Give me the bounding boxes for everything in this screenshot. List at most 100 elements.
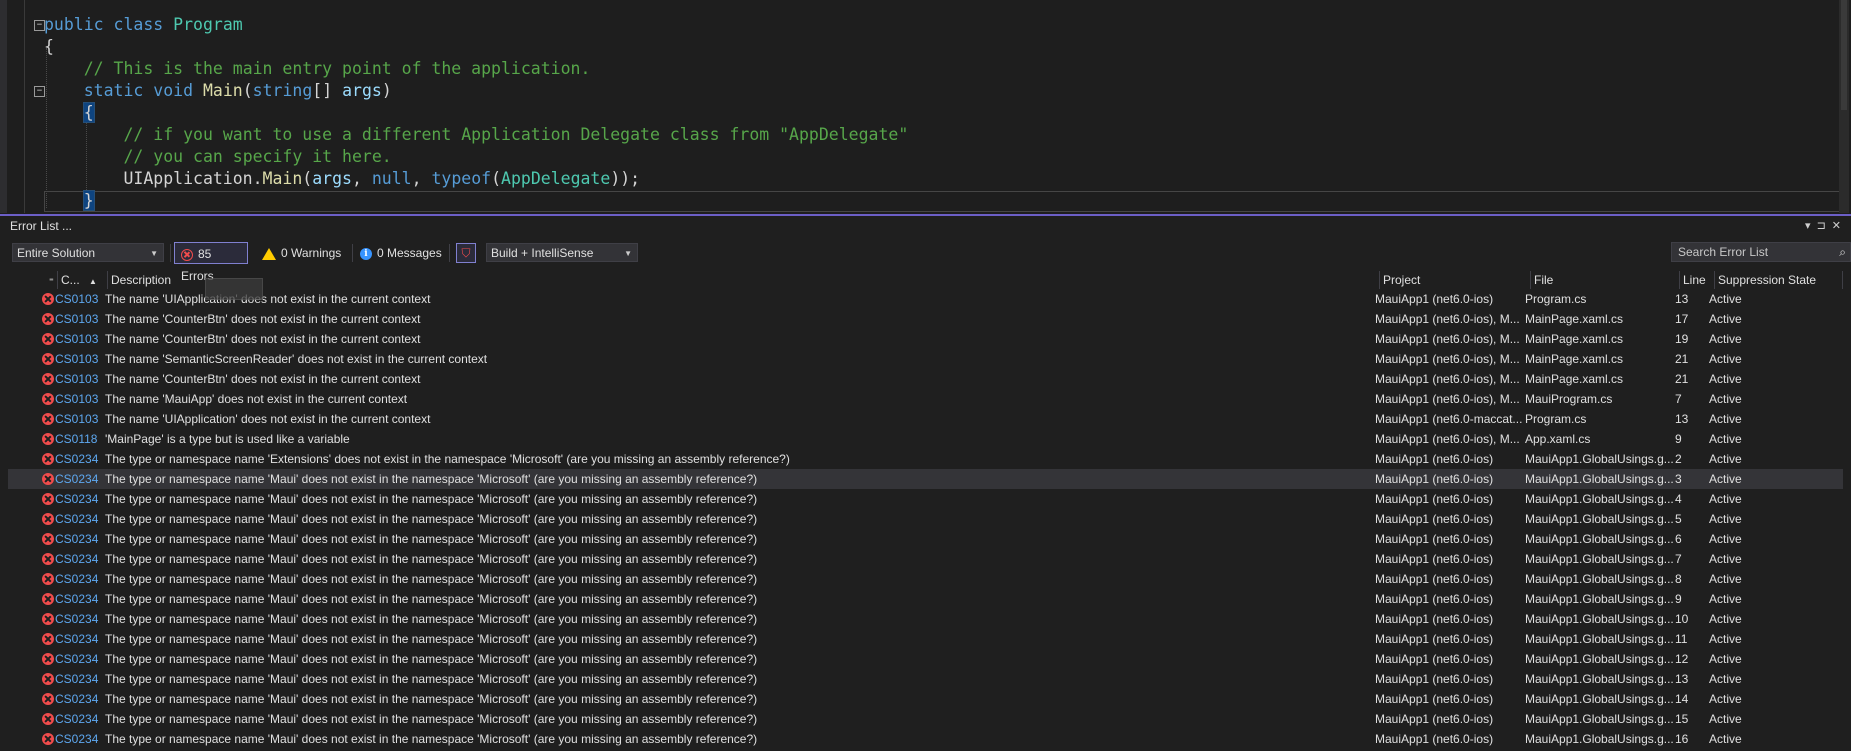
row-file: MauiApp1.GlobalUsings.g...: [1525, 572, 1674, 586]
column-header-line[interactable]: Line: [1680, 271, 1715, 289]
row-file: MauiApp1.GlobalUsings.g...: [1525, 492, 1674, 506]
build-filter-value: Build + IntelliSense: [491, 246, 594, 260]
row-code[interactable]: CS0103: [55, 349, 103, 369]
pin-icon[interactable]: ⊐: [1817, 220, 1832, 232]
error-icon: [42, 733, 54, 745]
close-icon[interactable]: ✕: [1832, 220, 1847, 232]
table-row[interactable]: CS0234 The type or namespace name 'Maui' …: [8, 689, 1844, 709]
table-row[interactable]: CS0103 The name 'SemanticScreenReader' do…: [8, 349, 1844, 369]
row-code[interactable]: CS0103: [55, 289, 103, 309]
row-file: MauiApp1.GlobalUsings.g...: [1525, 472, 1674, 486]
row-project: MauiApp1 (net6.0-ios): [1375, 292, 1494, 306]
row-suppression-state: Active: [1709, 452, 1742, 466]
error-icon: [42, 593, 54, 605]
row-code[interactable]: CS0234: [55, 449, 103, 469]
table-row[interactable]: CS0103 The name 'UIApplication' does not …: [8, 289, 1844, 309]
error-list-scrollbar[interactable]: [1843, 271, 1851, 751]
row-code[interactable]: CS0234: [55, 649, 103, 669]
table-row[interactable]: CS0103 The name 'CounterBtn' does not exi…: [8, 329, 1844, 349]
table-row[interactable]: CS0103 The name 'UIApplication' does not …: [8, 409, 1844, 429]
table-row[interactable]: CS0234 The type or namespace name 'Maui' …: [8, 509, 1844, 529]
row-code[interactable]: CS0234: [55, 529, 103, 549]
table-row[interactable]: CS0234 The type or namespace name 'Maui' …: [8, 589, 1844, 609]
row-code[interactable]: CS0234: [55, 669, 103, 689]
row-project: MauiApp1 (net6.0-ios): [1375, 452, 1494, 466]
row-code[interactable]: CS0234: [55, 489, 103, 509]
code-line[interactable]: // This is the main entry point of the a…: [44, 58, 591, 80]
column-header-file[interactable]: File: [1531, 271, 1680, 289]
row-code[interactable]: CS0234: [55, 629, 103, 649]
editor-scrollbar[interactable]: [1839, 0, 1849, 213]
row-code[interactable]: CS0234: [55, 709, 103, 729]
code-line[interactable]: {: [44, 102, 95, 124]
panel-window-controls[interactable]: ▾⊐✕: [1805, 216, 1847, 236]
table-row[interactable]: CS0103 The name 'CounterBtn' does not exi…: [8, 309, 1844, 329]
row-code[interactable]: CS0118: [55, 429, 103, 449]
row-suppression-state: Active: [1709, 412, 1742, 426]
code-line[interactable]: UIApplication.Main(args, null, typeof(Ap…: [44, 168, 640, 190]
table-row[interactable]: CS0103 The name 'CounterBtn' does not exi…: [8, 369, 1844, 389]
table-row[interactable]: CS0234 The type or namespace name 'Maui' …: [8, 709, 1844, 729]
code-line[interactable]: }: [44, 190, 95, 212]
table-row[interactable]: CS0234 The type or namespace name 'Maui' …: [8, 729, 1844, 749]
row-code[interactable]: CS0103: [55, 369, 103, 389]
row-file: MauiApp1.GlobalUsings.g...: [1525, 732, 1674, 746]
row-suppression-state: Active: [1709, 392, 1742, 406]
column-header-suppression-state[interactable]: Suppression State: [1715, 271, 1843, 289]
warnings-filter-button[interactable]: 0 Warnings: [256, 242, 346, 264]
scope-dropdown[interactable]: Entire Solution ▼: [12, 243, 164, 262]
dropdown-arrow-icon[interactable]: ▾: [1805, 220, 1817, 232]
row-code[interactable]: CS0103: [55, 389, 103, 409]
row-code[interactable]: CS0234: [55, 609, 103, 629]
code-token: typeof: [431, 169, 492, 188]
scope-value: Entire Solution: [17, 246, 96, 260]
code-line[interactable]: {: [44, 36, 54, 58]
table-row[interactable]: CS0234 The type or namespace name 'Maui' …: [8, 629, 1844, 649]
table-row[interactable]: CS0118 'MainPage' is a type but is used l…: [8, 429, 1844, 449]
filter-icon[interactable]: ⛉: [456, 243, 476, 263]
table-row[interactable]: CS0234 The type or namespace name 'Maui' …: [8, 529, 1844, 549]
row-code[interactable]: CS0234: [55, 689, 103, 709]
row-description: The type or namespace name 'Maui' does n…: [105, 652, 758, 666]
row-code[interactable]: CS0103: [55, 329, 103, 349]
column-header-icon[interactable]: ⁼: [8, 271, 58, 289]
search-error-list-input[interactable]: Search Error List ⌕: [1671, 242, 1851, 262]
table-row[interactable]: CS0234 The type or namespace name 'Maui' …: [8, 669, 1844, 689]
table-row[interactable]: CS0234 The type or namespace name 'Maui' …: [8, 469, 1844, 489]
column-header-code[interactable]: C... ▲: [58, 271, 108, 289]
table-row[interactable]: CS0234 The type or namespace name 'Maui' …: [8, 569, 1844, 589]
code-line[interactable]: // if you want to use a different Applic…: [44, 124, 908, 146]
messages-filter-button[interactable]: i 0 Messages: [354, 242, 448, 264]
row-code[interactable]: CS0234: [55, 569, 103, 589]
row-description: The type or namespace name 'Maui' does n…: [105, 712, 758, 726]
code-token: // This is the main entry point of the a…: [83, 59, 591, 78]
row-file: MauiApp1.GlobalUsings.g...: [1525, 512, 1674, 526]
row-code[interactable]: CS0103: [55, 309, 103, 329]
row-code[interactable]: CS0234: [55, 469, 103, 489]
row-code[interactable]: CS0234: [55, 729, 103, 749]
table-row[interactable]: CS0234 The type or namespace name 'Maui' …: [8, 609, 1844, 629]
scroll-thumb[interactable]: [1841, 0, 1847, 110]
row-code[interactable]: CS0234: [55, 549, 103, 569]
column-header-project[interactable]: Project: [1380, 271, 1531, 289]
row-code[interactable]: CS0103: [55, 409, 103, 429]
column-chooser-icon[interactable]: ⁼: [49, 276, 54, 286]
build-filter-dropdown[interactable]: Build + IntelliSense ▼: [486, 243, 638, 262]
table-row[interactable]: CS0234 The type or namespace name 'Maui' …: [8, 649, 1844, 669]
code-line[interactable]: // you can specify it here.: [44, 146, 391, 168]
code-editor[interactable]: − − public class Program{ // This is the…: [0, 0, 1851, 213]
code-line[interactable]: static void Main(string[] args): [44, 80, 392, 102]
row-project: MauiApp1 (net6.0-ios): [1375, 492, 1494, 506]
row-code[interactable]: CS0234: [55, 589, 103, 609]
code-line[interactable]: public class Program: [44, 14, 243, 36]
table-row[interactable]: CS0103 The name 'MauiApp' does not exist …: [8, 389, 1844, 409]
table-row[interactable]: CS0234 The type or namespace name 'Maui' …: [8, 489, 1844, 509]
errors-filter-button[interactable]: 85 Errors: [174, 242, 248, 283]
row-file: MauiApp1.GlobalUsings.g...: [1525, 672, 1674, 686]
error-icon: [42, 353, 54, 365]
table-row[interactable]: CS0234 The type or namespace name 'Extens…: [8, 449, 1844, 469]
table-row[interactable]: CS0234 The type or namespace name 'Maui' …: [8, 549, 1844, 569]
column-header-description[interactable]: Description: [108, 271, 1380, 289]
row-code[interactable]: CS0234: [55, 509, 103, 529]
